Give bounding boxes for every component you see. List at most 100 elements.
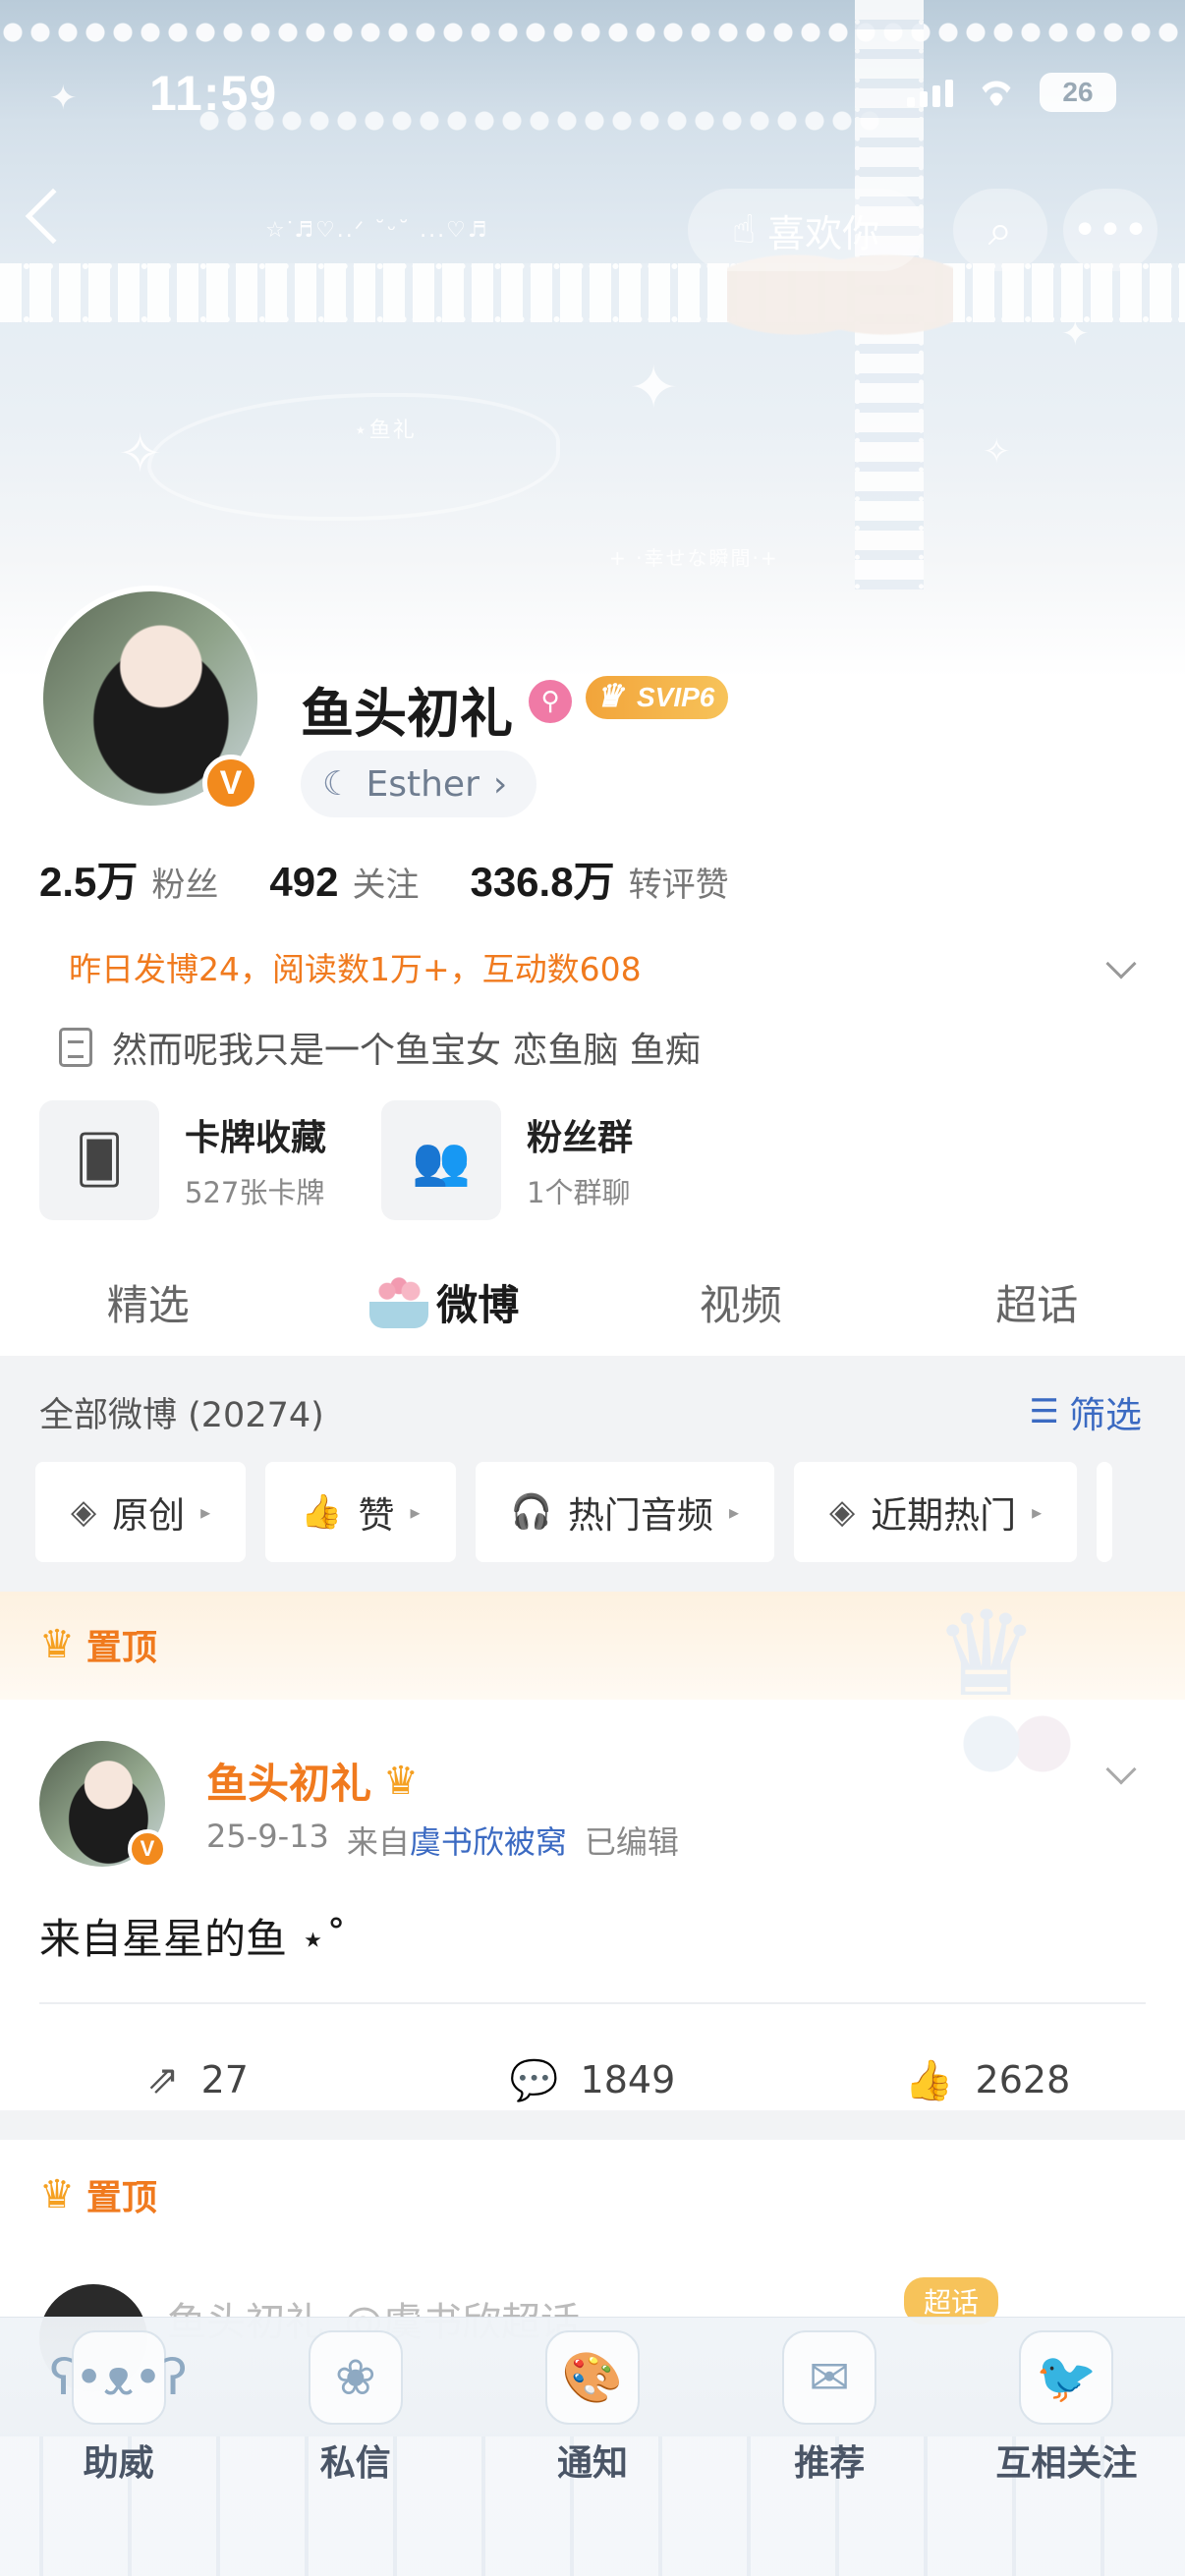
like-you-label: 喜欢你: [767, 211, 880, 255]
caret-right-icon: ▸: [410, 1500, 421, 1524]
thumb-icon: 👍: [904, 2057, 954, 2103]
sparkle-icon: ✦: [629, 354, 679, 422]
profile-stats: 2.5万 粉丝 492 关注 336.8万 转评赞: [39, 849, 729, 909]
battery-icon: 26: [1040, 73, 1116, 112]
feed-count-title: 全部微博 (20274): [39, 1396, 324, 1435]
tab-supertopic[interactable]: 超话: [889, 1248, 1185, 1356]
chip-liked[interactable]: 👍 赞 ▸: [265, 1462, 456, 1562]
crown-icon: ♛: [39, 2172, 75, 2217]
group-icon: 👥: [381, 1100, 502, 1220]
sub-account-link[interactable]: ☾ Esther ›: [301, 751, 537, 817]
post-menu-chevron-icon[interactable]: [1105, 1754, 1137, 1785]
stat-number: 336.8万: [470, 859, 615, 905]
chip-hot-audio[interactable]: 🎧 热门音频 ▸: [475, 1462, 774, 1562]
stat-following[interactable]: 492 关注: [269, 858, 419, 906]
thumb-icon: 👍: [301, 1492, 343, 1532]
post-meta: 25-9-13 来自虞书欣被窝 已编辑: [206, 1818, 679, 1863]
tab-featured[interactable]: 精选: [0, 1248, 297, 1356]
filter-label: 筛选: [1069, 1394, 1142, 1436]
chip-label: 热门音频: [567, 1494, 713, 1537]
card-sub: 527张卡牌: [185, 1176, 325, 1209]
post-author-name: 鱼头初礼: [206, 1760, 372, 1808]
layers-icon: ◈: [828, 1492, 856, 1532]
like-you-button[interactable]: ☝ 喜欢你: [688, 189, 924, 271]
stamp-icon: ✉: [782, 2330, 877, 2425]
activity-summary: 昨日发博24，阅读数1万+，互动数608: [69, 950, 642, 988]
stat-followers[interactable]: 2.5万 粉丝: [39, 849, 218, 909]
comment-icon: 💬: [509, 2057, 559, 2103]
caret-right-icon: ▸: [200, 1500, 211, 1524]
chip-label: 原创: [112, 1494, 186, 1537]
card-collection[interactable]: 🂠 卡牌收藏 527张卡牌: [39, 1100, 326, 1220]
post-separator: [0, 2110, 1185, 2140]
post-text[interactable]: 来自星星的鱼 ⋆˚: [39, 1906, 347, 1966]
hand-heart-icon: ☝: [731, 207, 757, 252]
chevron-right-icon: ›: [492, 763, 508, 805]
status-time: 11:59: [149, 66, 278, 121]
profile-tabs: 精选 微博 视频 超话: [0, 1248, 1185, 1356]
pinned-label: ♛ 置顶: [39, 1619, 157, 1670]
expand-chevron-icon[interactable]: [1105, 948, 1137, 980]
bottom-label: 私信: [319, 2443, 391, 2484]
post-from: 来自: [346, 1823, 410, 1861]
status-icons: 26: [907, 73, 1116, 112]
bottom-label: 通知: [557, 2443, 629, 2484]
wifi-icon: [975, 78, 1018, 107]
caret-right-icon: ▸: [728, 1500, 739, 1524]
sparkle-icon: ✧: [983, 432, 1011, 472]
svip-badge[interactable]: SVIP6: [586, 676, 729, 719]
tab-label: 精选: [106, 1280, 190, 1329]
like-count: 2628: [975, 2058, 1071, 2101]
pearl-decoration: [197, 108, 884, 134]
more-button[interactable]: •••: [1063, 189, 1157, 271]
comment-count: 1849: [580, 2058, 676, 2101]
sticker-text: ⋆鱼礼: [354, 419, 417, 443]
rose-dome-icon: ❀: [308, 2330, 403, 2425]
pinned-header-2: [0, 2140, 1185, 2248]
layers-icon: ◈: [71, 1492, 97, 1532]
stat-label: 转评赞: [628, 866, 729, 905]
lace-decoration: [0, 263, 1185, 322]
sparkle-icon: ✦: [1061, 314, 1090, 354]
card-icon: 🂠: [39, 1100, 159, 1220]
stat-label: 粉丝: [151, 866, 219, 905]
notify-button[interactable]: 🎨 通知: [474, 2330, 710, 2486]
pearl-decoration: [0, 20, 1185, 45]
bear-icon: ʕ•ᴥ•ʔ: [49, 2330, 188, 2425]
bird-icon: 🐦: [1019, 2330, 1114, 2425]
tab-label: 超话: [995, 1280, 1079, 1329]
post-edited: 已编辑: [584, 1823, 679, 1861]
pin-badge-icon[interactable]: ⚲: [529, 680, 572, 723]
pinned-text: 置顶: [85, 2178, 157, 2218]
crown-icon: ♛: [39, 1622, 75, 1667]
stat-number: 492: [269, 859, 339, 905]
tab-video[interactable]: 视频: [592, 1248, 889, 1356]
card-title: 粉丝群: [527, 1118, 634, 1158]
tab-weibo[interactable]: 微博: [297, 1248, 593, 1356]
post-date: 25-9-13: [206, 1818, 329, 1855]
cheer-button[interactable]: ʕ•ᴥ•ʔ 助威: [0, 2330, 237, 2486]
chip-original[interactable]: ◈ 原创 ▸: [35, 1462, 247, 1562]
card-title: 卡牌收藏: [185, 1118, 327, 1158]
verified-badge-icon: V: [128, 1829, 167, 1869]
headphone-icon: 🎧: [510, 1492, 552, 1532]
document-icon: [59, 1028, 92, 1067]
stat-interactions[interactable]: 336.8万 转评赞: [470, 849, 728, 909]
profile-cards: 🂠 卡牌收藏 527张卡牌 👥 粉丝群 1个群聊: [39, 1100, 633, 1220]
post-source-link[interactable]: 虞书欣被窝: [410, 1823, 567, 1861]
message-button[interactable]: ❀ 私信: [237, 2330, 474, 2486]
mutual-follow-button[interactable]: 🐦 互相关注: [948, 2330, 1185, 2486]
sub-account-name: Esther: [366, 763, 480, 805]
verified-badge-icon: V: [202, 755, 259, 812]
bottom-label: 互相关注: [995, 2443, 1138, 2484]
fan-group[interactable]: 👥 粉丝群 1个群聊: [381, 1100, 633, 1220]
filter-button[interactable]: ☰ 筛选: [1030, 1385, 1142, 1438]
repost-count: 27: [200, 2058, 249, 2101]
chip-overflow[interactable]: [1097, 1462, 1113, 1562]
search-button[interactable]: ⌕: [953, 189, 1047, 271]
recommend-button[interactable]: ✉ 推荐: [711, 2330, 948, 2486]
crown-icon: ♛: [383, 1758, 419, 1804]
chip-recent-hot[interactable]: ◈ 近期热门 ▸: [793, 1462, 1078, 1562]
search-icon: ⌕: [988, 204, 1013, 255]
post-author[interactable]: 鱼头初礼 ♛: [206, 1751, 419, 1811]
